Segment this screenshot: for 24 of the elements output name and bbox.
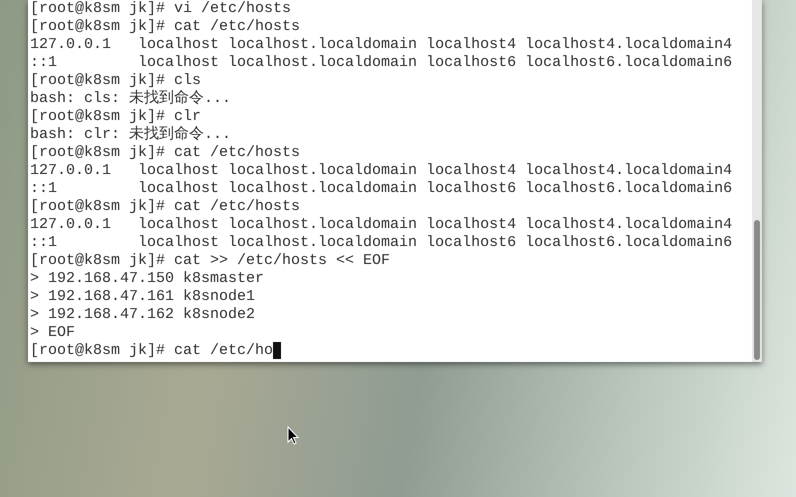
scrollbar-thumb[interactable]: [754, 220, 760, 360]
terminal-line: [root@k8sm jk]# cat >> /etc/hosts << EOF: [30, 252, 392, 270]
command-input[interactable]: [root@k8sm jk]# cat /etc/ho: [30, 342, 274, 360]
terminal-line: 127.0.0.1 localhost localhost.localdomain localhost4 localhost4.localdomain4: [30, 216, 734, 234]
terminal-line: > 192.168.47.161 k8snode1: [30, 288, 256, 306]
terminal-line: > 192.168.47.162 k8snode2: [30, 306, 256, 324]
terminal-line: bash: cls: 未找到命令...: [30, 90, 232, 108]
terminal-line: [root@k8sm jk]# clr: [30, 108, 202, 126]
terminal-line: [root@k8sm jk]# cat /etc/hosts: [30, 18, 302, 36]
terminal-line: [root@k8sm jk]# cls: [30, 72, 202, 90]
terminal-line: ::1 localhost localhost.localdomain localhost6 localhost6.localdomain6: [30, 234, 734, 252]
mouse-pointer-icon: [287, 426, 299, 445]
terminal-line: ::1 localhost localhost.localdomain localhost6 localhost6.localdomain6: [30, 180, 734, 198]
terminal-line: [root@k8sm jk]# cat /etc/hosts: [30, 144, 302, 162]
terminal-line: bash: clr: 未找到命令...: [30, 126, 232, 144]
terminal-line: > 192.168.47.150 k8smaster: [30, 270, 266, 288]
terminal-line: ::1 localhost localhost.localdomain localhost6 localhost6.localdomain6: [30, 54, 734, 72]
scrollbar[interactable]: [752, 0, 762, 362]
terminal-line: 127.0.0.1 localhost localhost.localdomain localhost4 localhost4.localdomain4: [30, 162, 734, 180]
text-cursor: [273, 342, 282, 359]
terminal-line: [root@k8sm jk]# cat /etc/hosts: [30, 198, 302, 216]
terminal-line: [root@k8sm jk]# vi /etc/hosts: [30, 0, 292, 18]
terminal-line: 127.0.0.1 localhost localhost.localdomain localhost4 localhost4.localdomain4: [30, 36, 734, 54]
terminal-line: > EOF: [30, 324, 76, 342]
